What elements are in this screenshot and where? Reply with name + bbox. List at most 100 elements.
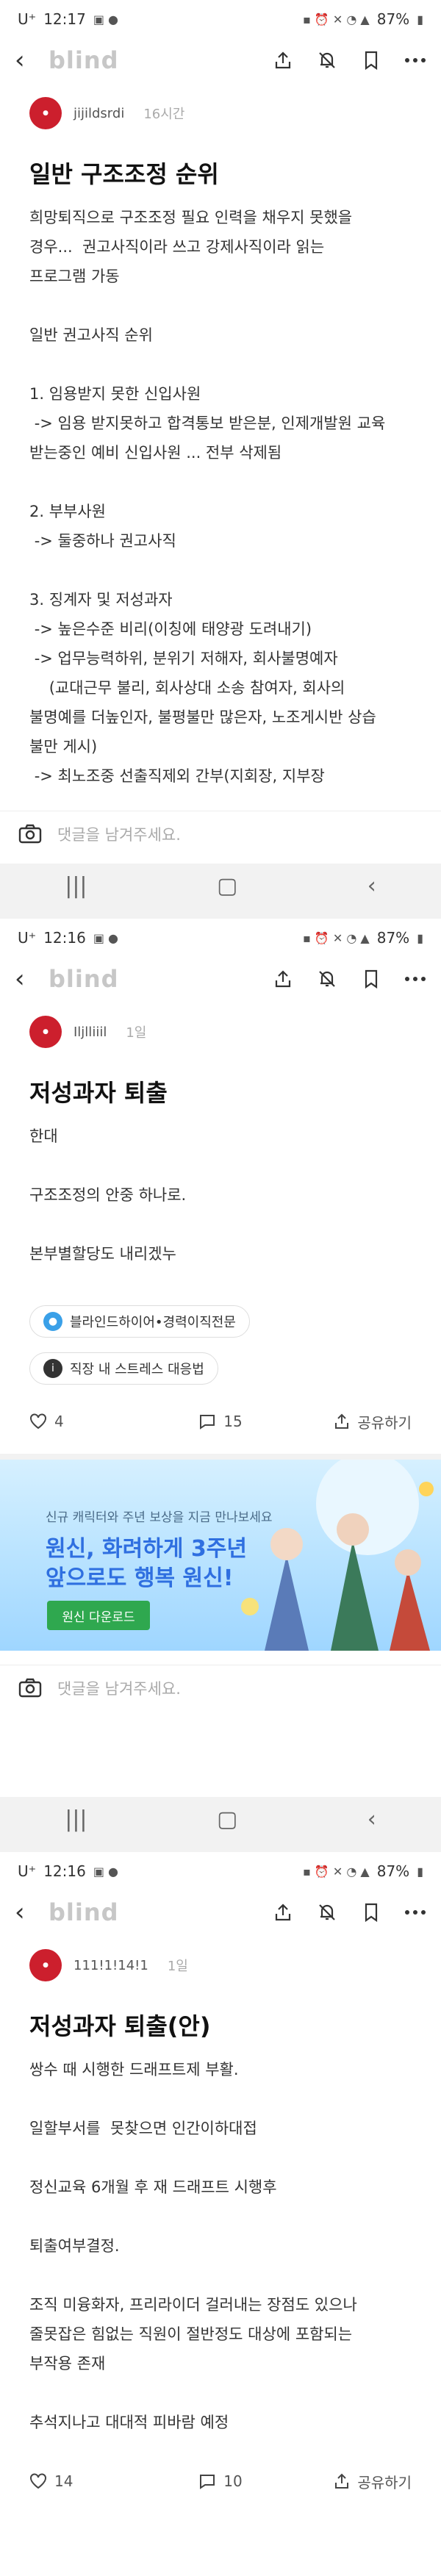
author-name[interactable]: Iljlliiil bbox=[74, 1025, 107, 1040]
company-avatar[interactable]: ● bbox=[29, 1016, 62, 1048]
bookmark-icon[interactable] bbox=[360, 968, 382, 990]
screenshot-1: U⁺ 12:17 ▣ ● ▪ ⏰ ✕ ◔ ▲ 87% ▮ ‹ blind ● j… bbox=[0, 0, 441, 864]
comment-icon bbox=[200, 2475, 215, 2489]
bell-off-icon[interactable] bbox=[316, 1901, 338, 1923]
back-arrow-icon[interactable]: ‹ bbox=[15, 1900, 44, 1925]
recents-icon[interactable]: ||| bbox=[65, 873, 87, 899]
body-line: 쌍수 때 시행한 드래프트제 부활. bbox=[29, 2061, 239, 2078]
body-line: 추석지나고 대대적 피바람 예정 bbox=[29, 2414, 229, 2431]
like-button[interactable]: 14 bbox=[29, 2472, 157, 2490]
system-icons: ▪ ⏰ ✕ ◔ ▲ bbox=[302, 1864, 370, 1879]
comment-count-button[interactable]: 15 bbox=[157, 1413, 284, 1430]
author-name[interactable]: jijildsrdi bbox=[74, 106, 124, 121]
camera-icon[interactable] bbox=[18, 1676, 43, 1701]
recents-icon[interactable]: ||| bbox=[65, 1807, 87, 1832]
status-bar: U⁺ 12:16 ▣ ● ▪ ⏰ ✕ ◔ ▲ 87% ▮ bbox=[0, 1852, 441, 1890]
comment-count: 10 bbox=[223, 2472, 243, 2490]
bookmark-icon[interactable] bbox=[360, 1901, 382, 1923]
app-bar: ‹ blind bbox=[0, 1890, 441, 1934]
clock: 12:16 bbox=[43, 1862, 86, 1880]
back-arrow-icon[interactable]: ‹ bbox=[15, 48, 44, 73]
body-line: 일반 권고사직 순위 bbox=[29, 326, 153, 344]
chip-label: 블라인드하이어•경력이직전문 bbox=[70, 1315, 236, 1330]
post-time: 16시간 bbox=[143, 107, 185, 122]
body-line: 불만 게시) bbox=[29, 738, 98, 756]
nav-back-icon[interactable]: ‹ bbox=[368, 873, 376, 899]
status-bar: U⁺ 12:17 ▣ ● ▪ ⏰ ✕ ◔ ▲ 87% ▮ bbox=[0, 0, 441, 38]
upload-icon bbox=[335, 2473, 349, 2489]
bell-off-icon[interactable] bbox=[316, 968, 338, 990]
screenshot-gap bbox=[0, 908, 441, 919]
post-time: 1일 bbox=[126, 1025, 147, 1041]
comment-count-button[interactable]: 10 bbox=[157, 2472, 284, 2490]
body-line: 프로그램 가동 bbox=[29, 268, 120, 285]
more-icon[interactable] bbox=[404, 968, 426, 990]
body-line: 구조조정의 안중 하나로. bbox=[29, 1186, 187, 1204]
share-icon[interactable] bbox=[272, 49, 294, 71]
ad-headline-2: 앞으로도 행복 원신! bbox=[46, 1565, 234, 1591]
share-button[interactable]: 공유하기 bbox=[284, 2471, 412, 2492]
tag-chip-hire[interactable]: ● 블라인드하이어•경력이직전문 bbox=[29, 1305, 250, 1338]
share-icon[interactable] bbox=[272, 1901, 294, 1923]
more-icon[interactable] bbox=[404, 49, 426, 71]
post-title: 일반 구조조정 순위 bbox=[29, 160, 219, 188]
ad-artwork bbox=[241, 1460, 434, 1651]
body-line: -> 높은수준 비리(이칭에 태양광 도려내기) bbox=[29, 620, 312, 638]
chip-row-2: i 직장 내 스트레스 대응법 bbox=[0, 1352, 441, 1399]
author-name[interactable]: 111!1!14!1 bbox=[74, 1958, 148, 1973]
screenshot-gap bbox=[0, 1841, 441, 1852]
share-button[interactable]: 공유하기 bbox=[284, 1411, 412, 1432]
share-icon[interactable] bbox=[272, 968, 294, 990]
body-line: 1. 임용받지 못한 신입사원 bbox=[29, 385, 201, 403]
heart-icon bbox=[30, 2473, 46, 2489]
body-line: -> 최노조중 선출직제외 간부(지회장, 지부장 bbox=[29, 767, 325, 785]
notification-icons: ▣ ● bbox=[93, 930, 119, 945]
brand-logo: blind bbox=[49, 965, 119, 993]
body-line: -> 둘중하나 권고사직 bbox=[29, 532, 176, 550]
body-line: -> 업무능력하위, 분위기 저해자, 회사불명예자 bbox=[29, 650, 338, 667]
ad-download-button[interactable]: 원신 다운로드 bbox=[47, 1601, 150, 1630]
bell-off-icon[interactable] bbox=[316, 49, 338, 71]
comment-bar[interactable]: 댓글을 남겨주세요. bbox=[0, 1665, 441, 1710]
post-body: 한대 구조조정의 안중 하나로. 본부별할당도 내리겠누 bbox=[0, 1122, 441, 1269]
app-bar: ‹ blind bbox=[0, 957, 441, 1001]
comment-bar[interactable]: 댓글을 남겨주세요. bbox=[0, 811, 441, 856]
battery-icon: ▮ bbox=[417, 930, 423, 945]
clock: 12:16 bbox=[43, 929, 86, 947]
back-arrow-icon[interactable]: ‹ bbox=[15, 966, 44, 991]
chip-label: 직장 내 스트레스 대응법 bbox=[70, 1362, 204, 1377]
company-avatar[interactable]: ● bbox=[29, 97, 62, 129]
nav-back-icon[interactable]: ‹ bbox=[368, 1807, 376, 1832]
screenshot-3: U⁺ 12:16 ▣ ● ▪ ⏰ ✕ ◔ ▲ 87% ▮ ‹ blind ● 1… bbox=[0, 1852, 441, 2576]
comment-icon bbox=[200, 1415, 215, 1429]
share-label: 공유하기 bbox=[357, 1413, 412, 1432]
system-icons: ▪ ⏰ ✕ ◔ ▲ bbox=[302, 12, 370, 26]
home-icon[interactable]: ▢ bbox=[217, 873, 237, 899]
comment-count: 15 bbox=[223, 1413, 243, 1430]
comment-input[interactable]: 댓글을 남겨주세요. bbox=[57, 823, 181, 845]
comment-input[interactable]: 댓글을 남겨주세요. bbox=[57, 1677, 181, 1699]
camera-icon[interactable] bbox=[18, 822, 43, 847]
body-line: 받는중인 예비 신입사원 ... 전부 삭제됨 bbox=[29, 444, 282, 462]
home-icon[interactable]: ▢ bbox=[217, 1807, 237, 1832]
upload-icon bbox=[335, 1413, 349, 1429]
post-body: 희망퇴직으로 구조조정 필요 인력을 채우지 못했을경우... 권고사직이라 쓰… bbox=[0, 203, 441, 791]
body-line: 한대 bbox=[29, 1127, 58, 1145]
more-icon[interactable] bbox=[404, 1901, 426, 1923]
ad-banner[interactable]: 신규 캐릭터와 주년 보상을 지금 만나보세요 원신, 화려하게 3주년 앞으로… bbox=[0, 1460, 441, 1651]
like-button[interactable]: 4 bbox=[29, 1413, 157, 1430]
company-avatar[interactable]: ● bbox=[29, 1949, 62, 1981]
body-line: 희망퇴직으로 구조조정 필요 인력을 채우지 못했을 bbox=[29, 209, 353, 226]
post-body: 쌍수 때 시행한 드래프트제 부활. 일할부서를 못찾으면 인간이하대접 정신교육 … bbox=[0, 2055, 441, 2437]
body-line: 정신교육 6개월 후 재 드래프트 시행후 bbox=[29, 2178, 277, 2196]
body-line: 경우... 권고사직이라 쓰고 강제사직이라 읽는 bbox=[29, 238, 325, 256]
body-line: -> 임용 받지못하고 합격통보 받은분, 인제개발원 교육 bbox=[29, 415, 386, 432]
bookmark-icon[interactable] bbox=[360, 49, 382, 71]
body-line: (교대근무 불리, 회사상대 소송 참여자, 회사의 bbox=[29, 679, 345, 697]
tag-chip-stress[interactable]: i 직장 내 스트레스 대응법 bbox=[29, 1352, 218, 1385]
